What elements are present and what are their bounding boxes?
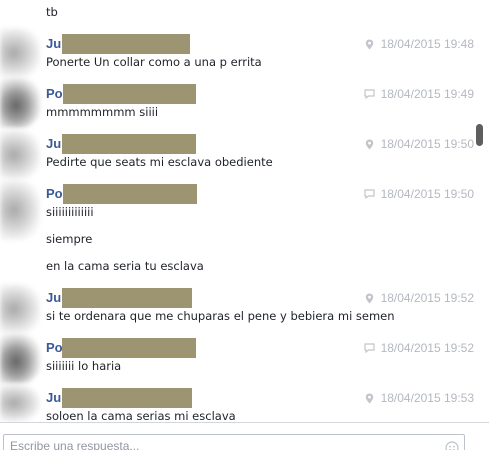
- redacted-name: [62, 338, 196, 358]
- message-text: siiiiiiiiiiiii: [46, 205, 94, 219]
- redacted-name: [62, 388, 192, 408]
- message-text: tb: [46, 5, 58, 19]
- chat-bubble-icon: [364, 188, 376, 200]
- avatar[interactable]: [0, 284, 40, 334]
- location-pin-icon: [364, 292, 376, 304]
- redacted-name: [62, 134, 196, 154]
- chat-bubble-icon: [364, 88, 376, 100]
- reply-input[interactable]: [3, 434, 465, 450]
- location-pin-icon: [364, 38, 376, 50]
- avatar[interactable]: [0, 78, 40, 128]
- avatar[interactable]: [0, 28, 40, 78]
- redacted-name: [63, 184, 197, 204]
- message-text: mmmmmmmm siiii: [46, 105, 159, 119]
- avatar[interactable]: [0, 130, 40, 180]
- message-text: Pedirte que seats mi esclava obediente: [46, 155, 273, 169]
- scrollbar[interactable]: [474, 0, 489, 422]
- timestamp: 18/04/2015 19:50: [380, 187, 474, 201]
- message-list[interactable]: tb Ju 18/04/2015 19:48 Ponerte Un collar…: [0, 0, 474, 422]
- sender-name[interactable]: Ju: [46, 136, 61, 152]
- avatar[interactable]: [0, 180, 40, 240]
- avatar[interactable]: [0, 384, 40, 422]
- timestamp: 18/04/2015 19:48: [380, 37, 474, 51]
- message-text: soloen la cama serias mi esclava: [46, 409, 236, 422]
- redacted-name: [62, 34, 190, 54]
- emoji-smile-icon[interactable]: [445, 440, 459, 450]
- chat-window: tb Ju 18/04/2015 19:48 Ponerte Un collar…: [0, 0, 489, 450]
- sender-name[interactable]: Po: [46, 340, 63, 356]
- sender-name[interactable]: Po: [46, 86, 63, 102]
- sender-name[interactable]: Ju: [46, 390, 61, 406]
- sender-name[interactable]: Po: [46, 186, 63, 202]
- location-pin-icon: [364, 138, 376, 150]
- redacted-name: [62, 288, 192, 308]
- timestamp: 18/04/2015 19:53: [380, 391, 474, 405]
- location-pin-icon: [364, 392, 376, 404]
- message-text: siempre: [46, 232, 93, 246]
- chat-bubble-icon: [364, 342, 376, 354]
- timestamp: 18/04/2015 19:49: [380, 87, 474, 101]
- message-text: si te ordenara que me chuparas el pene y…: [46, 309, 395, 323]
- redacted-name: [63, 84, 196, 104]
- reply-composer: [0, 422, 489, 450]
- timestamp: 18/04/2015 19:50: [380, 137, 474, 151]
- timestamp: 18/04/2015 19:52: [380, 291, 474, 305]
- avatar[interactable]: [0, 334, 40, 384]
- sender-name[interactable]: Ju: [46, 36, 61, 52]
- message-text: siiiiiii lo haria: [46, 359, 122, 373]
- scrollbar-thumb[interactable]: [476, 124, 483, 146]
- message-text: en la cama seria tu esclava: [46, 259, 204, 273]
- timestamp: 18/04/2015 19:52: [380, 341, 474, 355]
- sender-name[interactable]: Ju: [46, 290, 61, 306]
- message-text: Ponerte Un collar como a una p errita: [46, 55, 262, 69]
